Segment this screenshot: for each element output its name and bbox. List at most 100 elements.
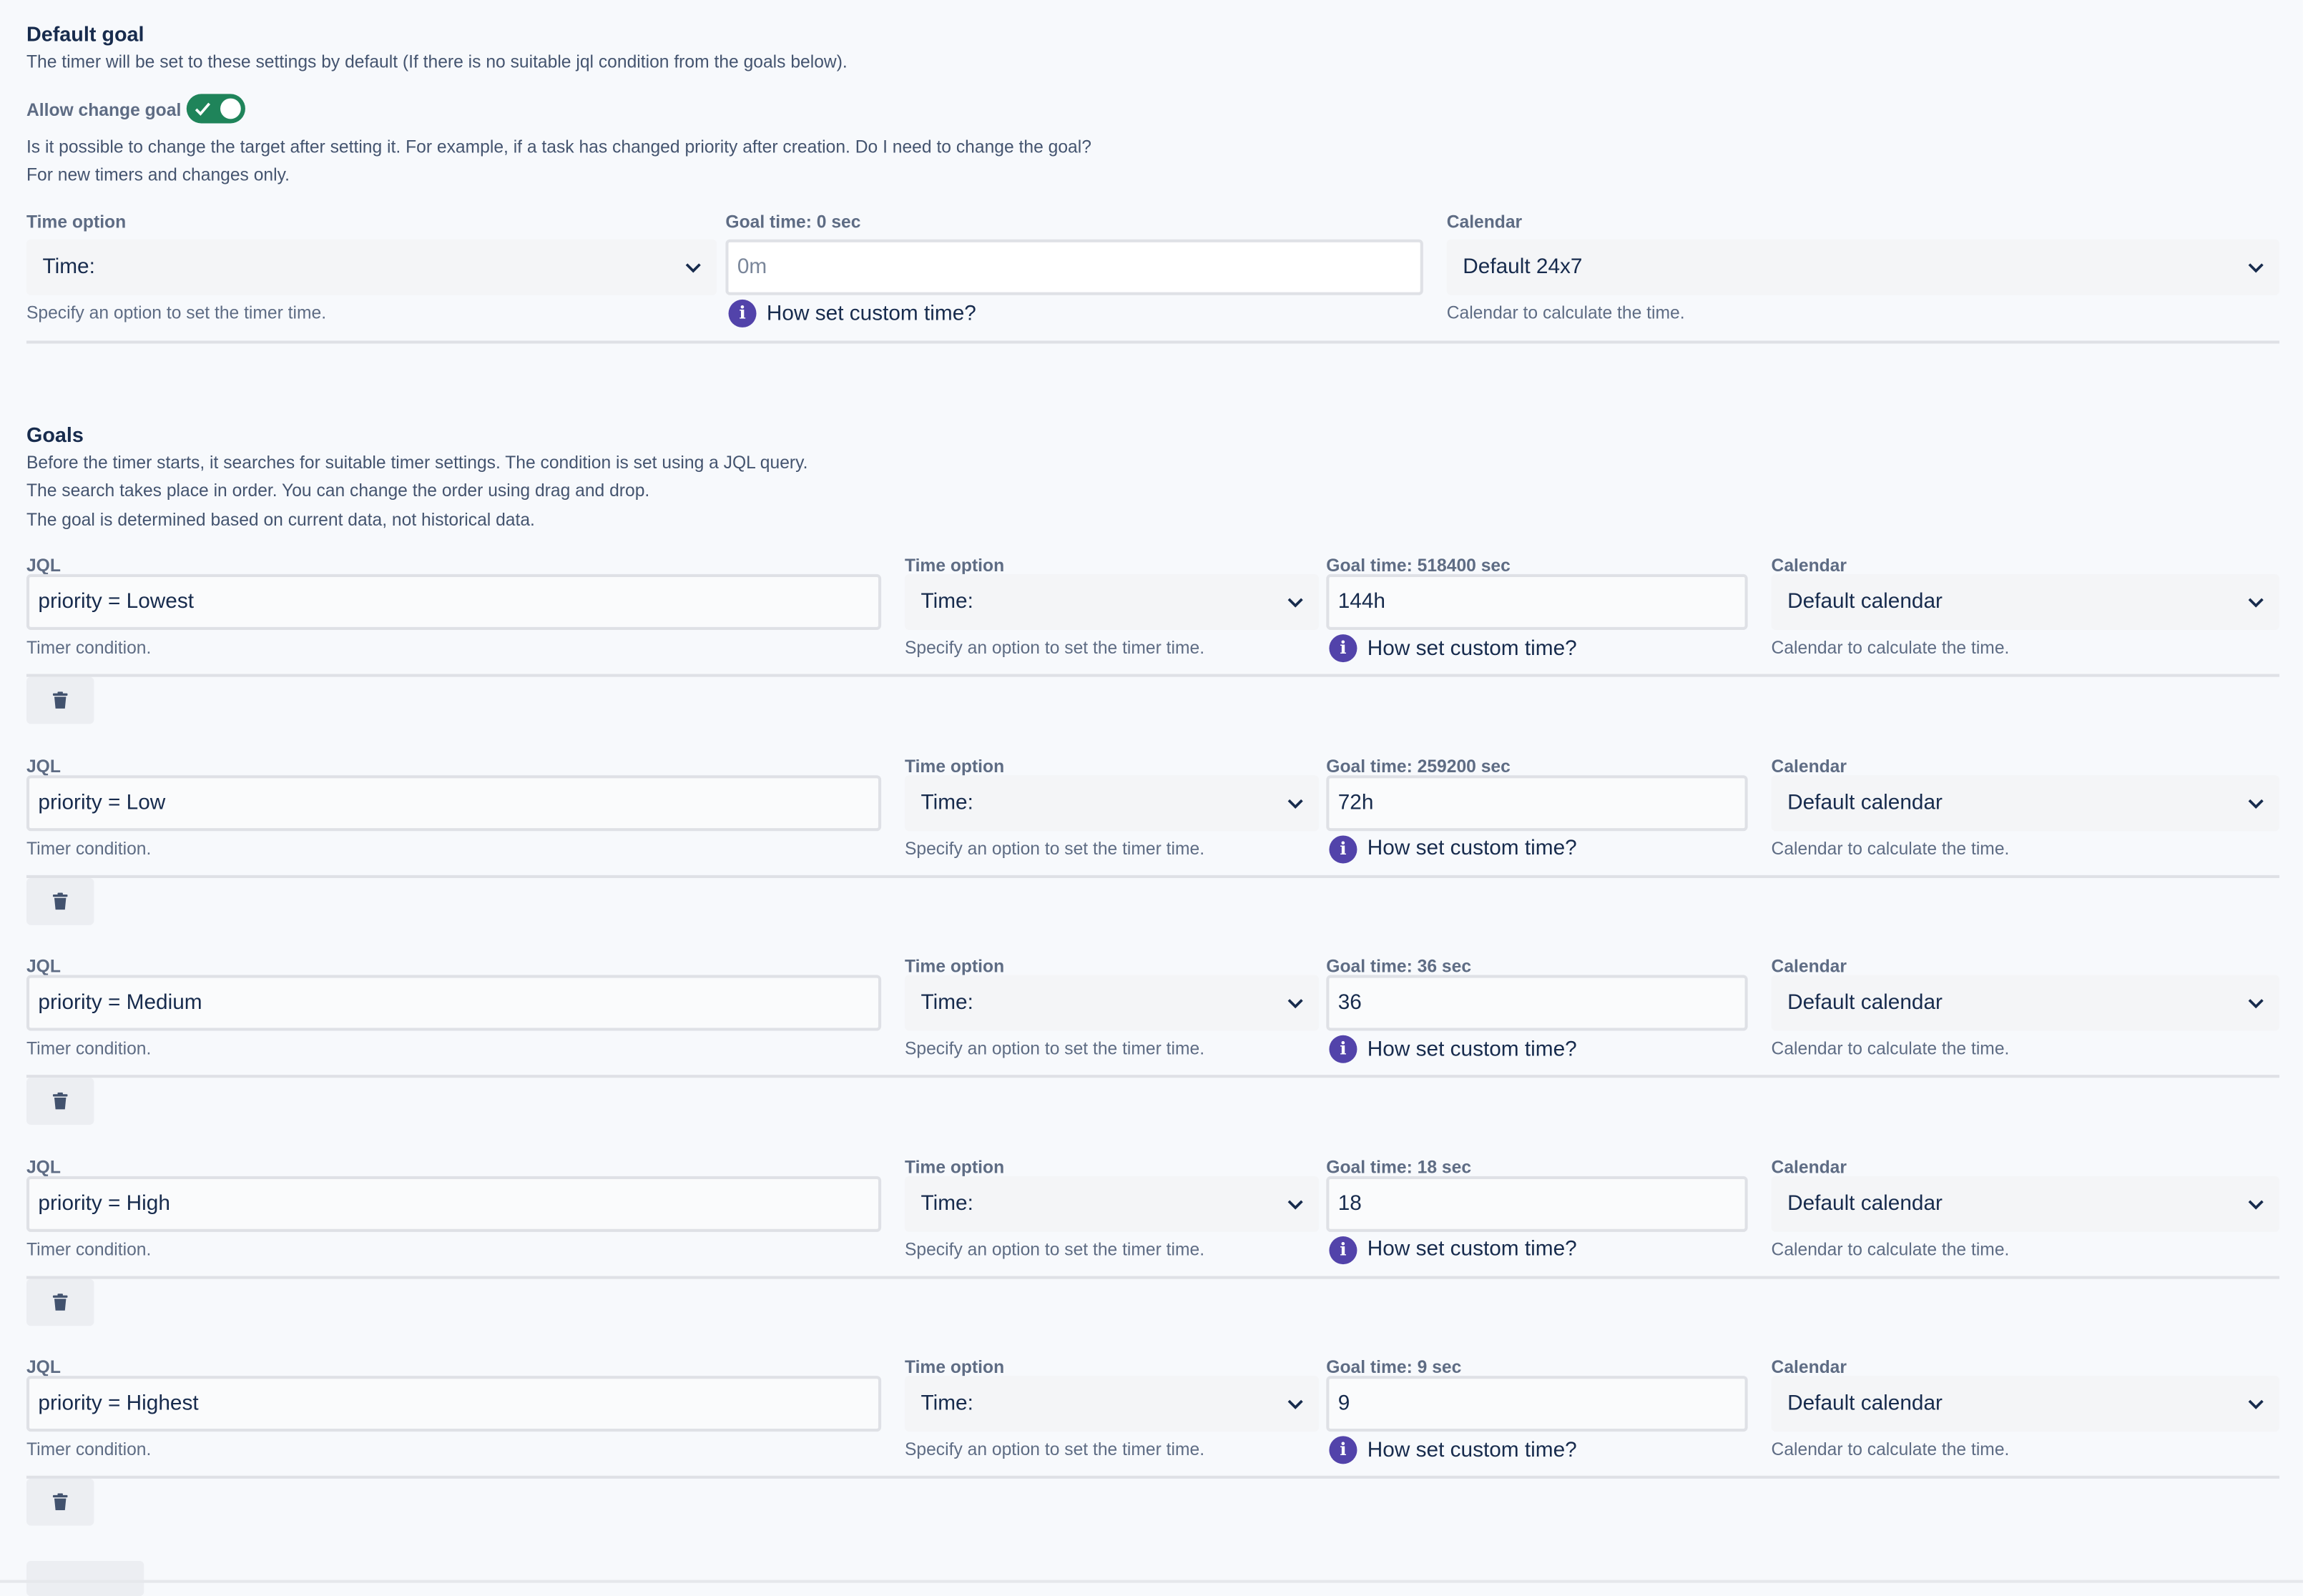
goal-time-option-label: Time option [904,1156,1005,1177]
goal-time-label: Goal time: 518400 sec [1326,555,1511,576]
goal-time-option-label: Time option [904,955,1005,977]
goal-jql-input[interactable]: priority = Highest [26,1376,882,1432]
goal-calendar-select[interactable]: Default calendar [1771,975,2280,1031]
delete-goal-button[interactable] [26,1078,94,1125]
delete-goal-button[interactable] [26,676,94,724]
goal-time-option-select[interactable]: Time: [904,1376,1320,1432]
goal-time-option-select[interactable]: Time: [904,975,1320,1031]
goal-time-option-value: Time: [920,1391,973,1416]
page: Default goal The timer will be set to th… [0,0,2303,1596]
how-set-custom-time-link[interactable]: i How set custom time? [1329,634,1577,663]
chevron-down-icon [685,263,701,273]
goal-calendar-value: Default calendar [1787,1391,1943,1416]
goal-time-option-select[interactable]: Time: [904,774,1320,831]
goal-divider [26,1475,2280,1479]
goal-jql-label: JQL [26,955,61,977]
goals-description: Before the timer starts, it searches for… [26,452,808,530]
trash-icon [52,1493,68,1511]
goal-calendar-select[interactable]: Default calendar [1771,774,2280,831]
goal-time-option-help: Specify an option to set the timer time. [904,1038,1205,1059]
chevron-down-icon [2248,1399,2264,1409]
goal-calendar-help: Calendar to calculate the time. [1771,1038,2010,1059]
goals-title: Goals [26,423,84,447]
goal-jql-help: Timer condition. [26,837,152,859]
how-set-custom-time-link[interactable]: i How set custom time? [1329,834,1577,863]
how-set-custom-time-link[interactable]: i How set custom time? [1329,1236,1577,1264]
goal-jql-input[interactable]: priority = Lowest [26,573,882,630]
goal-jql-help: Timer condition. [26,1439,152,1460]
allow-change-goal-toggle[interactable] [186,94,245,124]
goal-time-label: Goal time: 36 sec [1326,955,1472,977]
how-set-custom-time-link[interactable]: i How set custom time? [1329,1035,1577,1063]
goal-time-input[interactable]: 36 [1326,975,1748,1031]
goal-time-option-help: Specify an option to set the timer time. [904,637,1205,658]
goal-jql-label: JQL [26,1156,61,1177]
trash-icon [52,691,68,709]
goal-jql-label: JQL [26,555,61,576]
info-icon: i [728,299,757,327]
bottom-divider [0,1580,2303,1583]
how-set-custom-time-link[interactable]: i How set custom time? [1329,1436,1577,1464]
goal-time-label: Goal time: 9 sec [1326,1356,1462,1378]
delete-goal-button[interactable] [26,877,94,925]
goal-time-input[interactable]: 72h [1326,774,1748,831]
goal-time-option-help: Specify an option to set the timer time. [904,837,1205,859]
default-time-option-value: Time: [42,255,95,280]
default-goal-time-input[interactable]: 0m [725,239,1423,295]
goal-calendar-label: Calendar [1771,755,1847,777]
goal-settings-panel: Default goal The timer will be set to th… [0,0,2303,1596]
goal-jql-input[interactable]: priority = Medium [26,975,882,1031]
goal-time-input[interactable]: 9 [1326,1376,1748,1432]
delete-goal-button[interactable] [26,1278,94,1326]
info-icon: i [1329,834,1357,863]
trash-icon [52,1293,68,1310]
goal-jql-input[interactable]: priority = Low [26,774,882,831]
info-icon: i [1329,634,1357,663]
how-set-custom-time-text: How set custom time? [1367,1438,1577,1462]
goal-time-option-label: Time option [904,555,1005,576]
goal-calendar-value: Default calendar [1787,1191,1943,1216]
goal-time-option-select[interactable]: Time: [904,573,1320,630]
chevron-down-icon [2248,1199,2264,1209]
default-calendar-select[interactable]: Default 24x7 [1446,239,2280,295]
how-set-custom-time-text: How set custom time? [1367,1238,1577,1261]
goal-jql-help: Timer condition. [26,637,152,658]
info-icon: i [1329,1236,1357,1264]
goal-jql-label: JQL [26,755,61,777]
goal-time-option-value: Time: [920,590,973,614]
goal-time-option-value: Time: [920,790,973,814]
goal-time-option-value: Time: [920,991,973,1015]
default-time-option-help: Specify an option to set the timer time. [26,302,327,323]
chevron-down-icon [1287,598,1303,608]
goal-jql-input[interactable]: priority = High [26,1175,882,1231]
default-time-option-select[interactable]: Time: [26,239,717,295]
info-icon: i [1329,1436,1357,1464]
how-set-custom-time-text: How set custom time? [1367,1037,1577,1061]
goal-time-option-select[interactable]: Time: [904,1175,1320,1231]
default-calendar-help: Calendar to calculate the time. [1446,302,1685,323]
goal-jql-label: JQL [26,1356,61,1378]
goal-time-option-label: Time option [904,755,1005,777]
goal-time-option-value: Time: [920,1191,973,1216]
trash-icon [52,892,68,910]
goal-calendar-select[interactable]: Default calendar [1771,1376,2280,1432]
how-set-custom-time-text: How set custom time? [1367,636,1577,661]
goal-time-option-label: Time option [904,1356,1005,1378]
goal-calendar-select[interactable]: Default calendar [1771,573,2280,630]
divider [26,340,2280,344]
default-time-option-label: Time option [26,211,127,232]
add-goal-button[interactable] [26,1560,144,1596]
check-icon [195,102,211,116]
delete-goal-button[interactable] [26,1478,94,1526]
goal-time-input[interactable]: 18 [1326,1175,1748,1231]
default-how-set-custom-time-link[interactable]: i How set custom time? [728,299,976,327]
goal-calendar-select[interactable]: Default calendar [1771,1175,2280,1231]
goal-calendar-label: Calendar [1771,1356,1847,1378]
how-set-custom-time-text: How set custom time? [1367,837,1577,861]
chevron-down-icon [2248,598,2264,608]
goal-time-option-help: Specify an option to set the timer time. [904,1439,1205,1460]
goal-time-input[interactable]: 144h [1326,573,1748,630]
trash-icon [52,1092,68,1110]
allow-change-goal-label: Allow change goal [26,99,182,121]
default-goal-description: The timer will be set to these settings … [26,51,848,72]
